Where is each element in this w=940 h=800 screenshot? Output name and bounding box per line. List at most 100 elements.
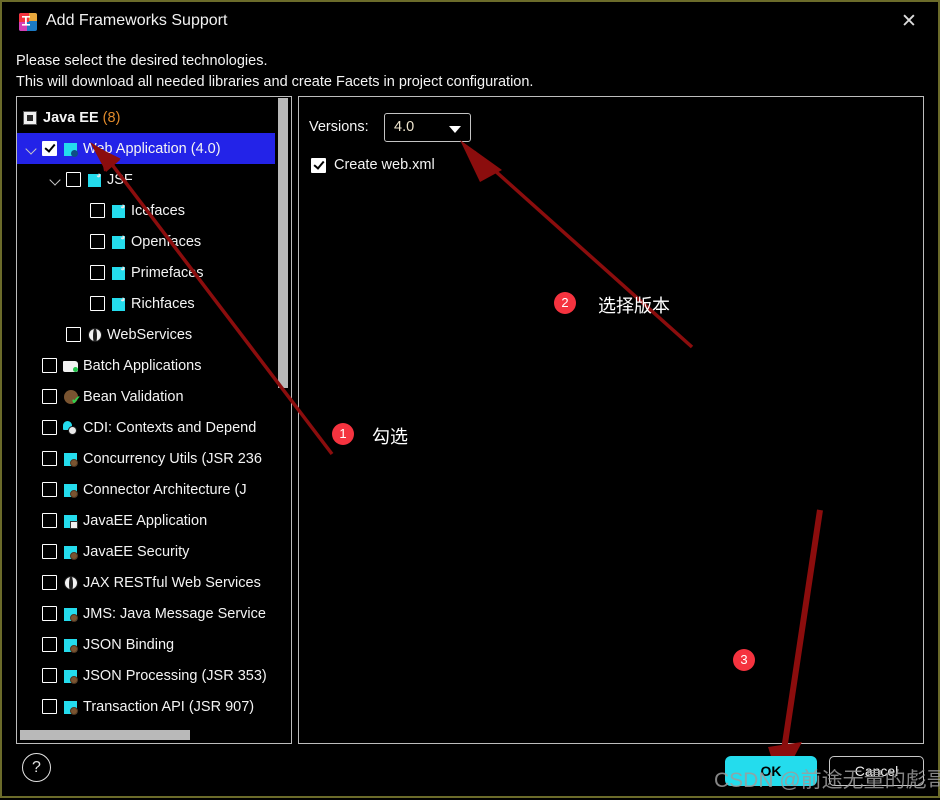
tree-item-checkbox[interactable] <box>42 358 57 373</box>
help-icon[interactable]: ? <box>22 753 51 782</box>
tree-item[interactable]: CDI: Contexts and Depend <box>17 412 275 443</box>
tree-item[interactable]: Transaction API (JSR 907) <box>17 691 275 722</box>
tree-item-checkbox[interactable] <box>42 451 57 466</box>
tree-vertical-scrollbar[interactable] <box>276 98 290 722</box>
chevron-down-icon[interactable] <box>49 173 63 187</box>
tree-item[interactable]: WebServices <box>17 319 275 350</box>
tree-horizontal-scrollbar[interactable] <box>18 728 276 742</box>
tree-item-checkbox[interactable] <box>42 389 57 404</box>
tree-item-label: WebServices <box>107 326 193 343</box>
java-bean-icon <box>63 637 79 653</box>
tree-item-checkbox[interactable] <box>90 265 105 280</box>
create-webxml-checkbox[interactable] <box>311 157 326 173</box>
java-bean-icon <box>63 699 79 715</box>
tree-item[interactable]: Bean Validation <box>17 381 275 412</box>
tree-item-label: Icefaces <box>131 202 185 219</box>
tree-item-label: JavaEE Application <box>83 512 208 529</box>
tree-item-label: Richfaces <box>131 295 195 312</box>
tree-item[interactable]: JSON Binding <box>17 629 275 660</box>
tree-item-checkbox[interactable] <box>42 606 57 621</box>
tree-group-label: Java EE (8) <box>43 109 121 126</box>
tree-item-checkbox[interactable] <box>66 172 81 187</box>
tree-item-checkbox[interactable] <box>42 575 57 590</box>
close-icon[interactable]: ✕ <box>894 8 924 36</box>
tree-item[interactable]: JMS: Java Message Service <box>17 598 275 629</box>
tree-item[interactable]: JAX RESTful Web Services <box>17 567 275 598</box>
tree-item-label: Web Application (4.0) <box>83 140 221 157</box>
tree-item[interactable]: ◕ Icefaces <box>17 195 275 226</box>
java-bean-icon <box>63 668 79 684</box>
javaee-application-icon <box>63 513 79 529</box>
tree-item[interactable]: ◕ Openfaces <box>17 226 275 257</box>
tree-item-label: Bean Validation <box>83 388 184 405</box>
tree-vertical-scroll-thumb[interactable] <box>278 98 288 388</box>
tree-item-checkbox[interactable] <box>42 141 57 156</box>
create-webxml-label: Create web.xml <box>334 157 435 173</box>
instruction-line-1: Please select the desired technologies. <box>16 53 268 69</box>
java-bean-icon <box>63 482 79 498</box>
tree-item[interactable]: ◕ Primefaces <box>17 257 275 288</box>
tree-item-checkbox[interactable] <box>42 544 57 559</box>
create-webxml-row[interactable]: Create web.xml <box>311 157 435 173</box>
tree-horizontal-scroll-thumb[interactable] <box>20 730 190 740</box>
chevron-down-icon[interactable] <box>25 142 39 156</box>
tree-item-label: Concurrency Utils (JSR 236 <box>83 450 262 467</box>
tree-item-label: JavaEE Security <box>83 543 190 560</box>
tree-item-label: CDI: Contexts and Depend <box>83 419 257 436</box>
java-ee-group-icon <box>23 110 39 126</box>
tree-item-checkbox[interactable] <box>90 234 105 249</box>
webservices-globe-icon <box>63 575 79 591</box>
icefaces-icon: ◕ <box>111 201 127 219</box>
tree-item-checkbox[interactable] <box>42 513 57 528</box>
window-title: Add Frameworks Support <box>46 12 228 29</box>
tree-item-label: JSON Binding <box>83 636 175 653</box>
tree-item-checkbox[interactable] <box>42 699 57 714</box>
tree-item[interactable]: Concurrency Utils (JSR 236 <box>17 443 275 474</box>
jsf-icon: ◕ <box>87 170 103 188</box>
richfaces-icon: ◕ <box>111 294 127 312</box>
tree-item-label: Openfaces <box>131 233 202 250</box>
tree-item[interactable]: Web Application (4.0) <box>17 133 275 164</box>
bean-validation-icon <box>63 389 80 405</box>
framework-details-panel: Versions: 4.0 Create web.xml <box>298 96 924 744</box>
tree-item-label: Transaction API (JSR 907) <box>83 698 255 715</box>
tree-item[interactable]: Batch Applications <box>17 350 275 381</box>
tree-item-label: Connector Architecture (J <box>83 481 247 498</box>
tree-item-checkbox[interactable] <box>66 327 81 342</box>
tree-item[interactable]: ◕ JSF <box>17 164 275 195</box>
tree-item-checkbox[interactable] <box>42 420 57 435</box>
annotation-text-2: 选择版本 <box>598 296 670 316</box>
tree-item-label: JSF <box>107 171 133 188</box>
version-dropdown[interactable]: 4.0 <box>384 113 471 142</box>
version-value: 4.0 <box>394 119 415 135</box>
watermark: CSDN @前途无量的彪哥 <box>714 769 940 792</box>
tree-item[interactable]: JSON Processing (JSR 353) <box>17 660 275 691</box>
tree-item[interactable]: JavaEE Security <box>17 536 275 567</box>
instruction-line-2: This will download all needed libraries … <box>16 74 534 90</box>
frameworks-tree: Java EE (8) Web Application (4.0) ◕ JSF ◕ Ice… <box>17 97 275 722</box>
annotation-text-1: 勾选 <box>372 427 408 447</box>
title-bar: Add Frameworks Support ✕ <box>2 2 938 42</box>
tree-item-checkbox[interactable] <box>90 203 105 218</box>
annotation-badge-2: 2 <box>554 292 576 314</box>
tree-item[interactable]: JavaEE Application <box>17 505 275 536</box>
tree-item-checkbox[interactable] <box>42 668 57 683</box>
tree-item-checkbox[interactable] <box>42 482 57 497</box>
versions-label: Versions: <box>309 119 369 135</box>
tree-item-checkbox[interactable] <box>90 296 105 311</box>
tree-item-checkbox[interactable] <box>42 637 57 652</box>
primefaces-icon: ◕ <box>111 263 127 281</box>
tree-item[interactable]: Connector Architecture (J <box>17 474 275 505</box>
tree-item[interactable]: ◕ Richfaces <box>17 288 275 319</box>
